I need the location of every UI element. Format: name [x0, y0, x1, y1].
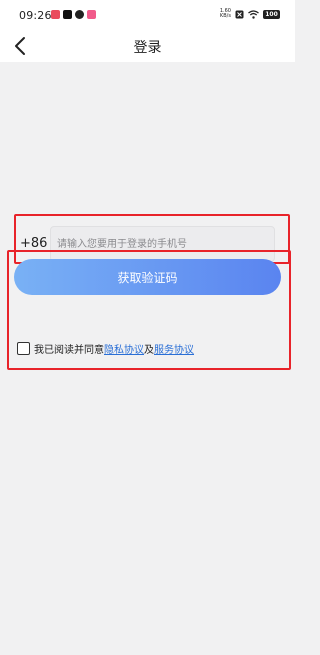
status-time: 09:26: [19, 9, 52, 22]
get-verification-code-button[interactable]: 获取验证码: [14, 259, 281, 295]
phone-input[interactable]: [50, 226, 275, 262]
status-bar: 09:26 1.60 KB/s 100: [0, 0, 295, 30]
video-notification-icon: [87, 10, 96, 19]
tiktok-notification-icon: [63, 10, 72, 19]
agreement-checkbox[interactable]: [17, 342, 30, 355]
agreement-prefix: 我已阅读并同意: [34, 345, 104, 356]
network-speed-unit: KB/s: [219, 13, 231, 19]
service-agreement-link[interactable]: 服务协议: [154, 341, 194, 356]
country-code: +86: [20, 236, 48, 251]
agreement-row: 我已阅读并同意 隐私协议 及 服务协议: [17, 341, 194, 356]
privacy-policy-link[interactable]: 隐私协议: [104, 341, 144, 356]
link-notification-icon: [75, 10, 84, 19]
wifi-icon: [248, 9, 259, 19]
mute-icon: [235, 10, 244, 18]
app-notification-icon: [51, 10, 60, 19]
battery-icon: 100: [263, 9, 280, 19]
agreement-conjunction: 及: [144, 345, 154, 356]
status-right: 1.60 KB/s 100: [220, 9, 280, 19]
app-header: 登录: [0, 30, 295, 62]
notification-icons: [51, 10, 96, 19]
network-speed: 1.60 KB/s: [220, 9, 231, 19]
page-title: 登录: [133, 40, 162, 56]
